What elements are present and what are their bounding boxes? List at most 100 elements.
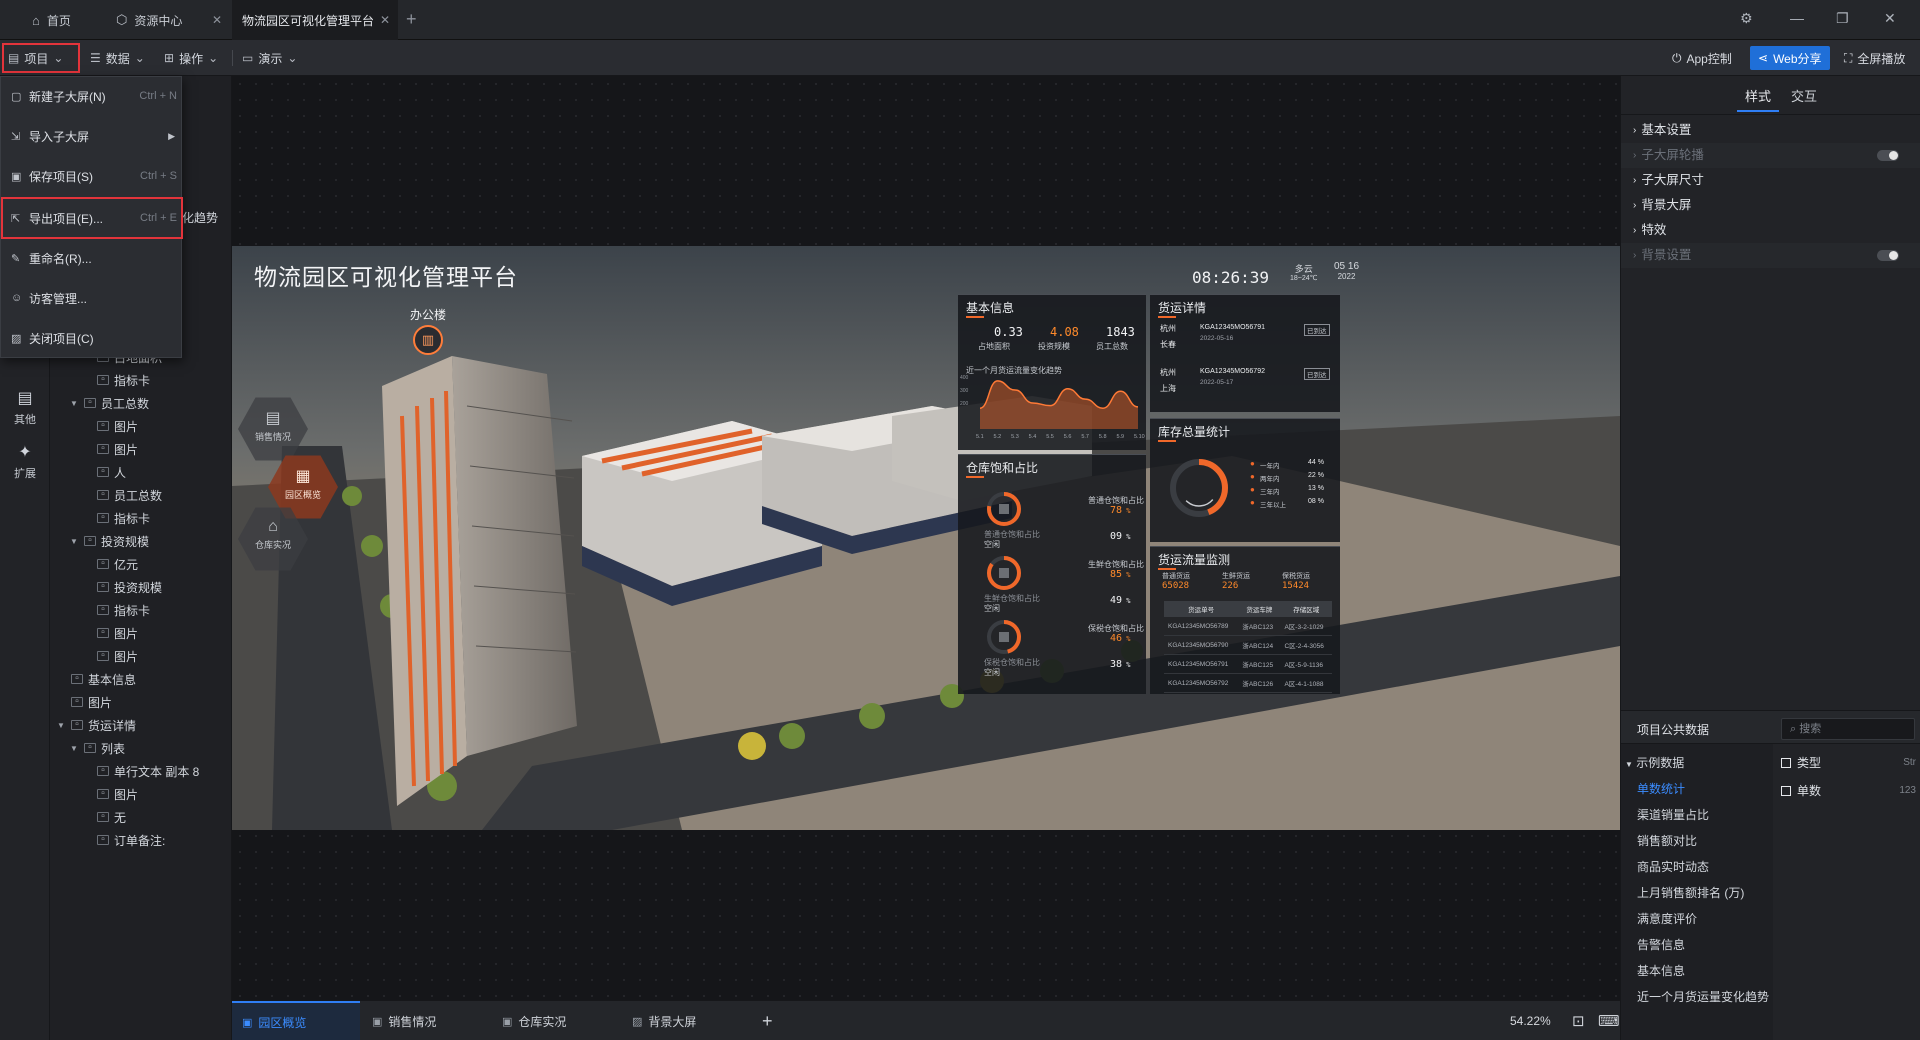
freight-item[interactable]: 杭州 上海 KGA12345MO56792 2022-05-17 已到达 [1150, 365, 1340, 405]
layer-type-icon: ▫ [97, 513, 109, 523]
layer-item[interactable]: ▼ ▫ 列表 [69, 737, 125, 759]
settings-section[interactable]: › 子大屏轮播 [1621, 143, 1920, 168]
data-source-item[interactable]: 近一个月货运量变化趋势 [1637, 986, 1769, 1008]
gear-icon[interactable]: ⚙ [1740, 10, 1753, 27]
subscreen-tab-park[interactable]: ▣ 园区概览 [232, 1001, 360, 1040]
web-share-button[interactable]: ⋖ Web分享 [1750, 46, 1830, 70]
layer-item[interactable]: ▼ ▫ 货运详情 [56, 714, 136, 736]
rail-item-extend[interactable]: ✦ 扩展 [0, 442, 50, 481]
layer-item-partial[interactable]: 化趋势 [182, 206, 218, 228]
app-control-button[interactable]: ⏻ App控制 [1664, 46, 1740, 70]
tree-toggle-icon[interactable]: ▼ [69, 744, 79, 753]
layer-item[interactable]: ▼ ▫ 员工总数 [69, 392, 149, 414]
layer-item[interactable]: ▫ 人 [82, 461, 126, 483]
checkbox[interactable] [1781, 758, 1791, 768]
menu-new-subscreen[interactable]: ▢ 新建子大屏(N) Ctrl + N [1, 77, 183, 115]
menu-import-subscreen[interactable]: ⇲ 导入子大屏 ▶ [1, 117, 183, 155]
close-tab-icon[interactable]: ✕ [380, 13, 390, 27]
data-source-item[interactable]: 销售额对比 [1637, 830, 1697, 852]
window-tab-bar: ⌂ 首页 ⬡ 资源中心 ✕ 物流园区可视化管理平台 ✕ + ⚙ — ❐ ✕ [0, 0, 1920, 40]
settings-section[interactable]: › 特效 [1621, 218, 1920, 243]
layer-item[interactable]: ▫ 投资规模 [82, 576, 162, 598]
keyboard-icon[interactable]: ⌨ [1588, 1001, 1620, 1040]
data-group-sample[interactable]: ▼ 示例数据 [1625, 752, 1684, 774]
project-menu-button[interactable]: ▤ 项目 ⌄ [2, 43, 80, 73]
layer-item[interactable]: ▫ 指标卡 [82, 599, 150, 621]
tree-toggle-icon[interactable]: ▼ [69, 399, 79, 408]
layer-item[interactable]: ▫ 指标卡 [82, 369, 150, 391]
section-toggle[interactable] [1877, 250, 1899, 261]
layer-item[interactable]: ▫ 订单备注: [82, 829, 165, 851]
data-source-item[interactable]: 渠道销量占比 [1637, 804, 1709, 826]
tab-home[interactable]: ⌂ 首页 [0, 0, 94, 40]
operate-menu-button[interactable]: ⊞ 操作 ⌄ [158, 43, 224, 73]
layer-item[interactable]: ▫ 单行文本 副本 8 [82, 760, 199, 782]
menu-close-project[interactable]: ▨ 关闭项目(C) [1, 319, 183, 357]
subscreen-tab-background[interactable]: ▨ 背景大屏 [622, 1001, 750, 1040]
layer-type-icon: ▫ [97, 789, 109, 799]
layer-item[interactable]: ▫图片 [82, 783, 138, 805]
settings-section[interactable]: › 基本设置 [1621, 118, 1920, 143]
settings-section[interactable]: › 背景大屏 [1621, 193, 1920, 218]
layer-item[interactable]: ▫ 员工总数 [82, 484, 162, 506]
settings-section[interactable]: › 背景设置 [1621, 243, 1920, 268]
layer-item[interactable]: ▫ 亿元 [82, 553, 138, 575]
data-search-input[interactable]: ⌕ 搜索 [1781, 718, 1915, 740]
new-tab-icon[interactable]: + [406, 9, 417, 30]
menu-save-project[interactable]: ▣ 保存项目(S) Ctrl + S [1, 157, 183, 195]
empty-percent: 38 % [1110, 659, 1131, 670]
data-source-item[interactable]: 单数统计 [1637, 778, 1685, 800]
subscreen-tab-sales[interactable]: ▣ 销售情况 [362, 1001, 490, 1040]
layer-item[interactable]: ▫ 指标卡 [82, 507, 150, 529]
field-item[interactable]: 类型 [1781, 752, 1821, 774]
restore-icon[interactable]: ❐ [1836, 10, 1849, 27]
data-source-item[interactable]: 告警信息 [1637, 934, 1685, 956]
layer-item[interactable]: ▫ 无 [82, 806, 126, 828]
share-icon: ⋖ [1758, 51, 1769, 65]
layer-item[interactable]: ▫图片 [56, 691, 112, 713]
data-source-item[interactable]: 满意度评价 [1637, 908, 1697, 930]
table-cell: A区-3-2-1029 [1280, 617, 1332, 636]
layer-item[interactable]: ▫图片 [82, 415, 138, 437]
editor-canvas[interactable]: 物流园区可视化管理平台 08:26:39 多云 18~24℃ 05 16 202… [232, 76, 1620, 1000]
layer-type-icon: ▫ [97, 766, 109, 776]
layer-item[interactable]: ▫ 基本信息 [56, 668, 136, 690]
subscreen-tab-warehouse[interactable]: ▣ 仓库实况 [492, 1001, 620, 1040]
menu-rename[interactable]: ✎ 重命名(R)... [1, 239, 183, 277]
layer-type-icon: ▫ [71, 720, 83, 730]
freight-item[interactable]: 杭州 长春 KGA12345MO56791 2022-05-16 已到达 [1150, 321, 1340, 361]
table-header: 货运单号 [1164, 601, 1239, 617]
add-subscreen-button[interactable]: + [752, 1001, 773, 1040]
layer-item[interactable]: ▫图片 [82, 438, 138, 460]
data-source-item[interactable]: 基本信息 [1637, 960, 1685, 982]
layer-item[interactable]: ▫图片 [82, 622, 138, 644]
data-menu-button[interactable]: ☰ 数据 ⌄ [84, 43, 151, 73]
tree-toggle-icon[interactable]: ▼ [56, 721, 66, 730]
rail-item-other[interactable]: ▤ 其他 [0, 388, 50, 427]
field-item[interactable]: 单数 [1781, 780, 1821, 802]
tab-interaction[interactable]: 交互 [1783, 82, 1825, 112]
tree-toggle-icon[interactable]: ▼ [69, 537, 79, 546]
tab-style[interactable]: 样式 [1737, 82, 1779, 112]
layer-item[interactable]: ▫图片 [82, 645, 138, 667]
data-source-item[interactable]: 上月销售额排名 (万) [1637, 882, 1744, 904]
fit-screen-icon[interactable]: ⊡ [1562, 1001, 1585, 1040]
fullscreen-play-button[interactable]: ⛶ 全屏播放 [1836, 46, 1913, 70]
section-toggle[interactable] [1877, 150, 1899, 161]
office-building-marker[interactable]: 办公楼 ▥ [410, 306, 446, 355]
tab-resource-center[interactable]: ⬡ 资源中心 ✕ [94, 0, 230, 40]
layer-item[interactable]: ▼ ▫ 投资规模 [69, 530, 149, 552]
demo-menu-button[interactable]: ▭ 演示 ⌄ [236, 43, 303, 73]
checkbox[interactable] [1781, 786, 1791, 796]
data-source-item[interactable]: 商品实时动态 [1637, 856, 1709, 878]
save-icon: ▣ [11, 170, 22, 183]
dashboard-stage[interactable]: 物流园区可视化管理平台 08:26:39 多云 18~24℃ 05 16 202… [232, 246, 1620, 830]
tab-project[interactable]: 物流园区可视化管理平台 ✕ [232, 0, 398, 40]
settings-section[interactable]: › 子大屏尺寸 [1621, 168, 1920, 193]
minimize-icon[interactable]: — [1790, 10, 1804, 26]
close-tab-icon[interactable]: ✕ [212, 13, 222, 27]
menu-visitor-management[interactable]: ☺ 访客管理... [1, 279, 183, 317]
menu-export-project[interactable]: ⇱ 导出项目(E)... Ctrl + E [1, 197, 183, 239]
zoom-level[interactable]: 54.22% [1500, 1001, 1551, 1040]
close-window-icon[interactable]: ✕ [1884, 10, 1896, 27]
